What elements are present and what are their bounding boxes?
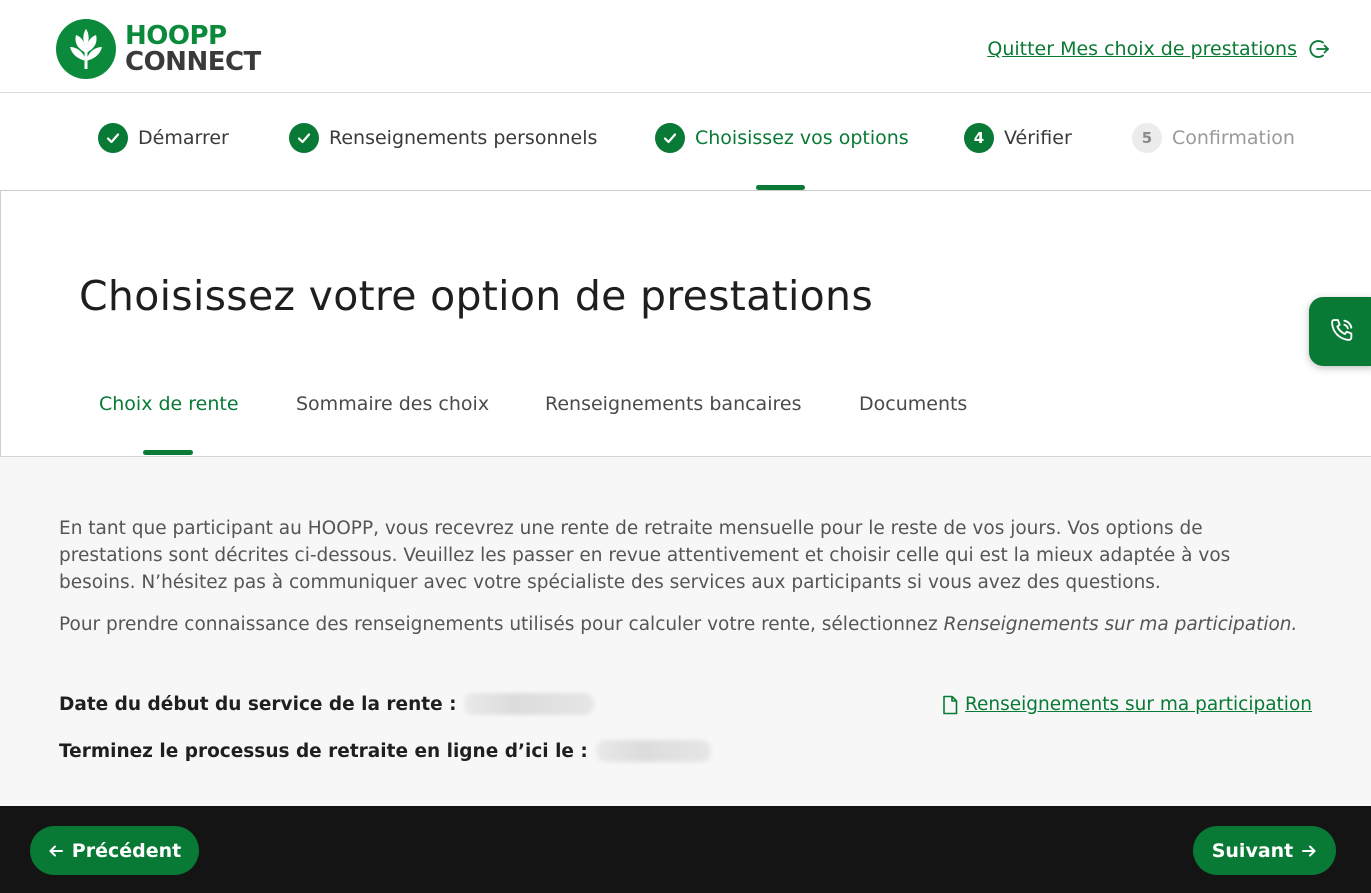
previous-button-label: Précédent: [71, 839, 182, 862]
next-button-label: Suivant: [1211, 839, 1294, 862]
info-paragraph: Pour prendre connaissance des renseignem…: [59, 611, 1309, 638]
active-step-indicator: [756, 185, 805, 190]
logo-line-connect: CONNECT: [125, 47, 261, 77]
step-choisissez-vos-options[interactable]: Choisissez vos options: [655, 123, 909, 153]
step-label: Renseignements personnels: [329, 127, 598, 149]
step-renseignements-personnels[interactable]: Renseignements personnels: [289, 123, 597, 153]
document-icon: [941, 695, 959, 715]
tree-logo-icon: [56, 19, 116, 79]
previous-button[interactable]: Précédent: [30, 826, 199, 875]
tab-renseignements-bancaires[interactable]: Renseignements bancaires: [545, 393, 801, 415]
progress-stepper: Démarrer Renseignements personnels Chois…: [0, 93, 1371, 191]
benefit-tabs: Choix de rente Sommaire des choix Rensei…: [0, 370, 1371, 457]
quit-link-label: Quitter Mes choix de prestations: [987, 38, 1297, 60]
step-label: Choisissez vos options: [695, 127, 909, 149]
step-demarrer[interactable]: Démarrer: [98, 123, 229, 153]
deadline-label: Terminez le processus de retraite en lig…: [59, 740, 588, 762]
app-header: HOOPP CONNECT Quitter Mes choix de prest…: [0, 0, 1371, 93]
start-date-value-redacted: [464, 693, 595, 715]
page-title: Choisissez votre option de prestations: [79, 272, 874, 320]
start-date-label: Date du début du service de la rente :: [59, 693, 457, 715]
step-verifier[interactable]: 4 Vérifier: [964, 123, 1072, 153]
contact-phone-button[interactable]: [1309, 297, 1371, 366]
step-number-badge: 4: [964, 123, 994, 153]
arrow-right-icon: [1301, 843, 1317, 859]
deadline-value-redacted: [595, 740, 711, 762]
deadline-row: Terminez le processus de retraite en lig…: [59, 740, 711, 762]
participation-details-link[interactable]: Renseignements sur ma participation: [941, 694, 1312, 715]
next-button[interactable]: Suivant: [1193, 826, 1336, 875]
phone-icon: [1328, 316, 1356, 348]
info-text: Pour prendre connaissance des renseignem…: [59, 614, 944, 635]
check-icon: [655, 123, 685, 153]
step-label: Vérifier: [1004, 127, 1072, 149]
hoopp-connect-logo[interactable]: HOOPP CONNECT: [56, 19, 261, 79]
intro-paragraph: En tant que participant au HOOPP, vous r…: [59, 518, 1231, 593]
step-label: Confirmation: [1172, 127, 1295, 149]
footer-nav-bar: Précédent Suivant: [0, 806, 1371, 893]
check-icon: [98, 123, 128, 153]
logo-line-hoopp: HOOPP: [125, 21, 227, 51]
tab-documents[interactable]: Documents: [859, 393, 967, 415]
tab-choix-de-rente[interactable]: Choix de rente: [99, 393, 239, 415]
main-content: En tant que participant au HOOPP, vous r…: [0, 457, 1371, 806]
active-tab-indicator: [143, 450, 193, 455]
sign-out-icon: [1309, 38, 1331, 60]
participation-details-label: Renseignements sur ma participation: [964, 694, 1312, 715]
start-date-row: Date du début du service de la rente :: [59, 693, 595, 715]
step-confirmation: 5 Confirmation: [1132, 123, 1295, 153]
check-icon: [289, 123, 319, 153]
step-number-badge: 5: [1132, 123, 1162, 153]
quit-benefit-choices-link[interactable]: Quitter Mes choix de prestations: [987, 38, 1331, 60]
step-label: Démarrer: [138, 127, 229, 149]
info-emphasis: Renseignements sur ma participation.: [943, 614, 1298, 635]
arrow-left-icon: [48, 843, 64, 859]
logo-wordmark: HOOPP CONNECT: [125, 23, 261, 75]
tab-sommaire-des-choix[interactable]: Sommaire des choix: [296, 393, 489, 415]
